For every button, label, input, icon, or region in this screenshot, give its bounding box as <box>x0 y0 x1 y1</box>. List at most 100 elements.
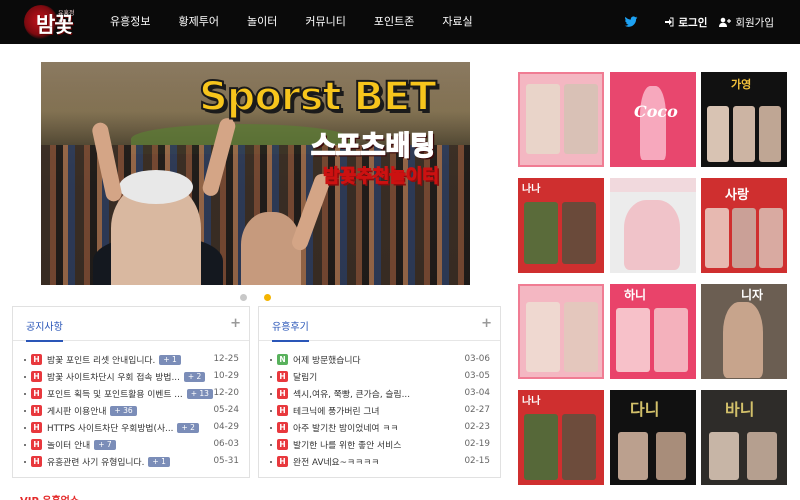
notice-item[interactable]: H HTTPS 사이트차단 우회방법(사... + 2 04-29 <box>13 419 249 436</box>
notice-item[interactable]: H 밤꽃 사이트차단시 우회 접속 방법... + 2 10-29 <box>13 368 249 385</box>
notice-board-header: 공지사항 + <box>13 307 249 342</box>
slider-dot-1[interactable] <box>240 294 247 301</box>
review-item-title[interactable]: 어제 방문했습니다 <box>293 353 361 366</box>
review-item-title[interactable]: 발기한 나를 위한 좋안 서비스 <box>293 438 401 451</box>
hot-badge: H <box>31 388 42 399</box>
ad-banner-2[interactable]: Coco <box>610 72 696 167</box>
model-silhouette <box>624 200 680 270</box>
notice-item-date: 05-31 <box>213 456 239 466</box>
review-item[interactable]: H 완전 AV네요~ㅋㅋㅋㅋ 02-15 <box>259 453 500 470</box>
review-item[interactable]: N 어제 방문했습니다 03-06 <box>259 351 500 368</box>
notice-board-title[interactable]: 공지사항 <box>26 318 63 342</box>
nav-item-community[interactable]: 커뮤니티 <box>297 0 353 44</box>
bullet-icon <box>270 443 272 446</box>
ad-banner-5[interactable] <box>610 178 696 273</box>
hot-badge: H <box>31 422 42 433</box>
ad-banner-8-label: 하니 <box>624 288 647 302</box>
cheering-fan-2 <box>241 212 301 285</box>
review-item-title[interactable]: 테크닉에 풍가버린 그녀 <box>293 404 380 417</box>
photo-right <box>747 432 777 480</box>
bullet-icon <box>24 426 26 429</box>
notice-item-title[interactable]: 놀이터 안내 <box>47 438 90 451</box>
notice-item-title[interactable]: 유흥관련 사기 유형입니다. <box>47 455 144 468</box>
review-item-title[interactable]: 아주 발기찬 밤이었네여 ㅋㅋ <box>293 421 399 434</box>
comment-count: + 7 <box>94 439 116 450</box>
review-item[interactable]: H 섹시,여유, 쭉빵, 큰가슴, 슬림... 03-04 <box>259 385 500 402</box>
photo-right <box>654 308 688 372</box>
review-item-title[interactable]: 섹시,여유, 쭉빵, 큰가슴, 슬림... <box>293 387 410 400</box>
new-badge: N <box>277 354 288 365</box>
notice-item[interactable]: H 포인트 획득 및 포인트활용 이벤트 ... + 13 12-20 <box>13 385 249 402</box>
notice-item[interactable]: H 밤꽃 포인트 리셋 안내입니다. + 1 12-25 <box>13 351 249 368</box>
slider-dot-2[interactable] <box>264 294 271 301</box>
model-silhouette <box>640 86 666 160</box>
notice-board: 공지사항 + H 밤꽃 포인트 리셋 안내입니다. + 1 12-25 H 밤꽃 사이트… <box>12 306 250 478</box>
site-logo[interactable]: 유흥정보 밤꽃 <box>24 5 80 39</box>
bullet-icon <box>24 392 26 395</box>
ad-banner-1[interactable] <box>518 72 604 167</box>
review-item[interactable]: H 아주 발기찬 밤이었네여 ㅋㅋ 02-23 <box>259 419 500 436</box>
main-banner-slide[interactable]: Sporst BET 스포츠배팅 밤꽃추천놀이터 <box>41 62 470 285</box>
notice-item-date: 12-20 <box>213 388 239 398</box>
ad-banner-10[interactable]: 나나 <box>518 390 604 485</box>
notice-item-title[interactable]: 게시판 이용안내 <box>47 404 106 417</box>
nav-item-tour[interactable]: 황제투어 <box>170 0 226 44</box>
ad-banner-8[interactable]: 하니 <box>610 284 696 379</box>
review-item-title[interactable]: 완전 AV네요~ㅋㅋㅋㅋ <box>293 455 379 468</box>
notice-more-button[interactable]: + <box>230 316 241 331</box>
notice-item-title[interactable]: 밤꽃 사이트차단시 우회 접속 방법... <box>47 370 180 383</box>
hot-badge: H <box>31 439 42 450</box>
nav-item-pointzone[interactable]: 포인트존 <box>366 0 422 44</box>
ad-banner-3[interactable]: 가영 <box>701 72 787 167</box>
notice-item-date: 06-03 <box>213 439 239 449</box>
ad-banner-7[interactable] <box>518 284 604 379</box>
notice-item-date: 10-29 <box>213 371 239 381</box>
photo-right <box>562 202 596 264</box>
ad-banner-9[interactable]: 니자 <box>701 284 787 379</box>
photo <box>759 106 781 162</box>
signup-button[interactable]: 회원가입 <box>719 15 774 30</box>
ad-banner-9-label: 니자 <box>741 288 764 302</box>
notice-item-title[interactable]: 포인트 획득 및 포인트활용 이벤트 ... <box>47 387 183 400</box>
notice-item[interactable]: H 유흥관련 사기 유형입니다. + 1 05-31 <box>13 453 249 470</box>
review-board-title[interactable]: 유흥후기 <box>272 318 309 342</box>
review-item-title[interactable]: 달림기 <box>293 370 317 383</box>
review-item[interactable]: H 달림기 03-05 <box>259 368 500 385</box>
login-label: 로그인 <box>678 16 708 29</box>
ad-banner-6-label: 사랑 <box>725 188 749 203</box>
hot-badge: H <box>31 456 42 467</box>
notice-item-date: 04-29 <box>213 422 239 432</box>
photo-left <box>709 432 739 480</box>
notice-item-date: 12-25 <box>213 354 239 364</box>
twitter-icon[interactable] <box>624 15 638 29</box>
photo <box>707 106 729 162</box>
ad-banner-6[interactable]: 사랑 <box>701 178 787 273</box>
review-more-button[interactable]: + <box>481 316 492 331</box>
review-item-date: 02-23 <box>464 422 490 432</box>
ad-banner-12[interactable]: 바니 <box>701 390 787 485</box>
ad-banner-4[interactable]: 나나 <box>518 178 604 273</box>
ad-banner-11[interactable]: 다니 <box>610 390 696 485</box>
photo-right <box>656 432 686 480</box>
notice-item[interactable]: H 놀이터 안내 + 7 06-03 <box>13 436 249 453</box>
photo-right <box>564 302 598 372</box>
review-item[interactable]: H 테크닉에 풍가버린 그녀 02-27 <box>259 402 500 419</box>
nav-item-archive[interactable]: 자료실 <box>434 0 480 44</box>
comment-count: + 1 <box>159 354 181 365</box>
photo-left <box>526 84 560 154</box>
comment-count: + 36 <box>110 405 137 416</box>
vip-section-title: VIP 유흥업소 <box>20 492 79 500</box>
review-item-date: 02-15 <box>464 456 490 466</box>
notice-item[interactable]: H 게시판 이용안내 + 36 05-24 <box>13 402 249 419</box>
review-item[interactable]: H 발기한 나를 위한 좋안 서비스 02-19 <box>259 436 500 453</box>
notice-item-title[interactable]: HTTPS 사이트차단 우회방법(사... <box>47 421 173 434</box>
hot-badge: H <box>31 371 42 382</box>
nav-item-info[interactable]: 유흥정보 <box>102 0 158 44</box>
fan-hair <box>119 170 193 204</box>
review-list: N 어제 방문했습니다 03-06 H 달림기 03-05 H 섹시,여유, 쭉빵, 큰가… <box>259 351 500 470</box>
notice-item-title[interactable]: 밤꽃 포인트 리셋 안내입니다. <box>47 353 155 366</box>
photo-right <box>564 84 598 154</box>
login-button[interactable]: 로그인 <box>664 15 707 30</box>
ad-banner-4-label: 나나 <box>522 184 541 195</box>
nav-item-playground[interactable]: 놀이터 <box>239 0 285 44</box>
